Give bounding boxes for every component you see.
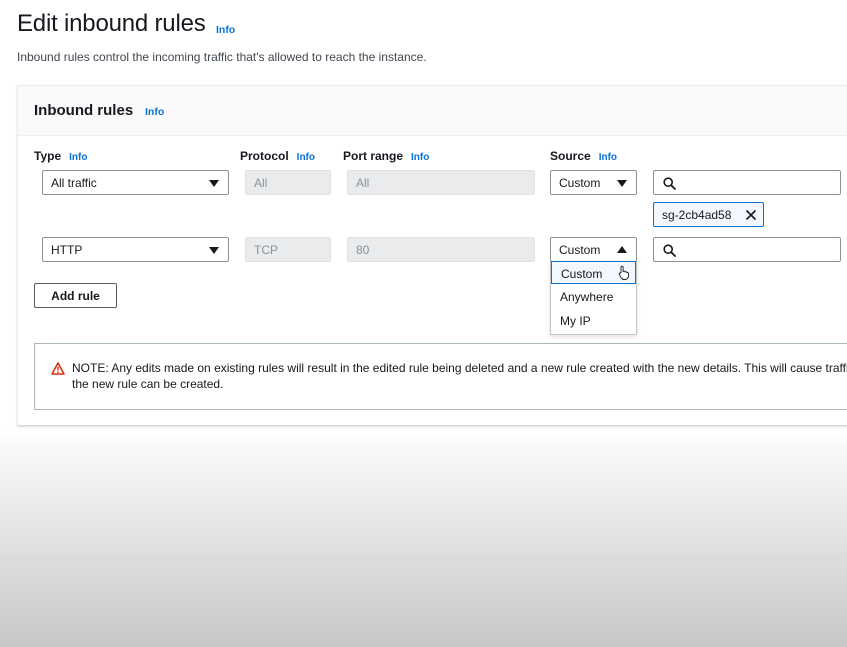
panel-title-info-link[interactable]: Info [145, 106, 164, 118]
source-dropdown-menu: Custom Anywhere My IP [550, 261, 637, 335]
chevron-down-icon [209, 247, 219, 254]
protocol-info-link[interactable]: Info [297, 152, 315, 163]
rule-2-port-range-value: 80 [356, 243, 370, 257]
rule-1-source-select[interactable]: Custom [550, 170, 637, 195]
column-header-port-range: Port range Info [343, 149, 429, 163]
search-icon [663, 244, 676, 257]
rule-1-type-value: All traffic [51, 176, 97, 190]
page-header: Edit inbound rules Info [17, 10, 235, 38]
page-description: Inbound rules control the incoming traff… [17, 50, 427, 64]
source-info-link[interactable]: Info [599, 152, 617, 163]
rule-1-protocol-field: All [245, 170, 331, 195]
rule-1-port-range-value: All [356, 176, 370, 190]
column-header-type: Type Info [34, 149, 87, 163]
rule-1-source-token: sg-2cb4ad58 [653, 202, 764, 227]
column-source-label: Source [550, 149, 591, 163]
rule-2-source-select[interactable]: Custom [550, 237, 637, 262]
column-type-label: Type [34, 149, 62, 163]
inbound-rules-panel: Inbound rules Info Type Info Protocol Info… [17, 85, 847, 426]
rule-1-protocol-value: All [254, 176, 268, 190]
port-range-info-link[interactable]: Info [411, 152, 429, 163]
rule-2-type-select[interactable]: HTTP [42, 237, 229, 262]
column-header-protocol: Protocol Info [240, 149, 315, 163]
rule-1-source-search-input[interactable] [653, 170, 841, 195]
rule-2-protocol-value: TCP [254, 243, 278, 257]
panel-header: Inbound rules Info [18, 86, 847, 136]
rule-2-type-value: HTTP [51, 243, 83, 257]
option-label: Anywhere [560, 290, 614, 304]
column-header-source: Source Info [550, 149, 617, 163]
rule-2-port-range-field: 80 [347, 237, 535, 262]
warning-icon [51, 362, 65, 375]
warning-alert: NOTE: Any edits made on existing rules w… [34, 343, 847, 410]
close-icon[interactable] [745, 209, 757, 221]
hand-pointer-icon [618, 265, 630, 280]
panel-title: Inbound rules [34, 102, 134, 119]
chevron-up-icon [617, 246, 627, 253]
source-option-my-ip[interactable]: My IP [551, 309, 636, 332]
chevron-down-icon [617, 180, 627, 187]
page-title-info-link[interactable]: Info [216, 24, 235, 36]
rule-2-source-search-input[interactable] [653, 237, 841, 262]
alert-message: NOTE: Any edits made on existing rules w… [72, 361, 847, 391]
option-label: My IP [560, 314, 591, 328]
page-title: Edit inbound rules [17, 10, 206, 37]
source-option-custom[interactable]: Custom [551, 261, 636, 284]
column-port-range-label: Port range [343, 149, 404, 163]
rule-1-type-select[interactable]: All traffic [42, 170, 229, 195]
rule-1-port-range-field: All [347, 170, 535, 195]
type-info-link[interactable]: Info [69, 152, 87, 163]
option-label: Custom [561, 267, 603, 281]
rule-2-protocol-field: TCP [245, 237, 331, 262]
token-label: sg-2cb4ad58 [662, 208, 732, 222]
rule-1-source-value: Custom [559, 176, 601, 190]
column-protocol-label: Protocol [240, 149, 289, 163]
source-option-anywhere[interactable]: Anywhere [551, 285, 636, 308]
search-icon [663, 177, 676, 190]
add-rule-button[interactable]: Add rule [34, 283, 117, 308]
chevron-down-icon [209, 180, 219, 187]
rule-2-source-value: Custom [559, 243, 601, 257]
